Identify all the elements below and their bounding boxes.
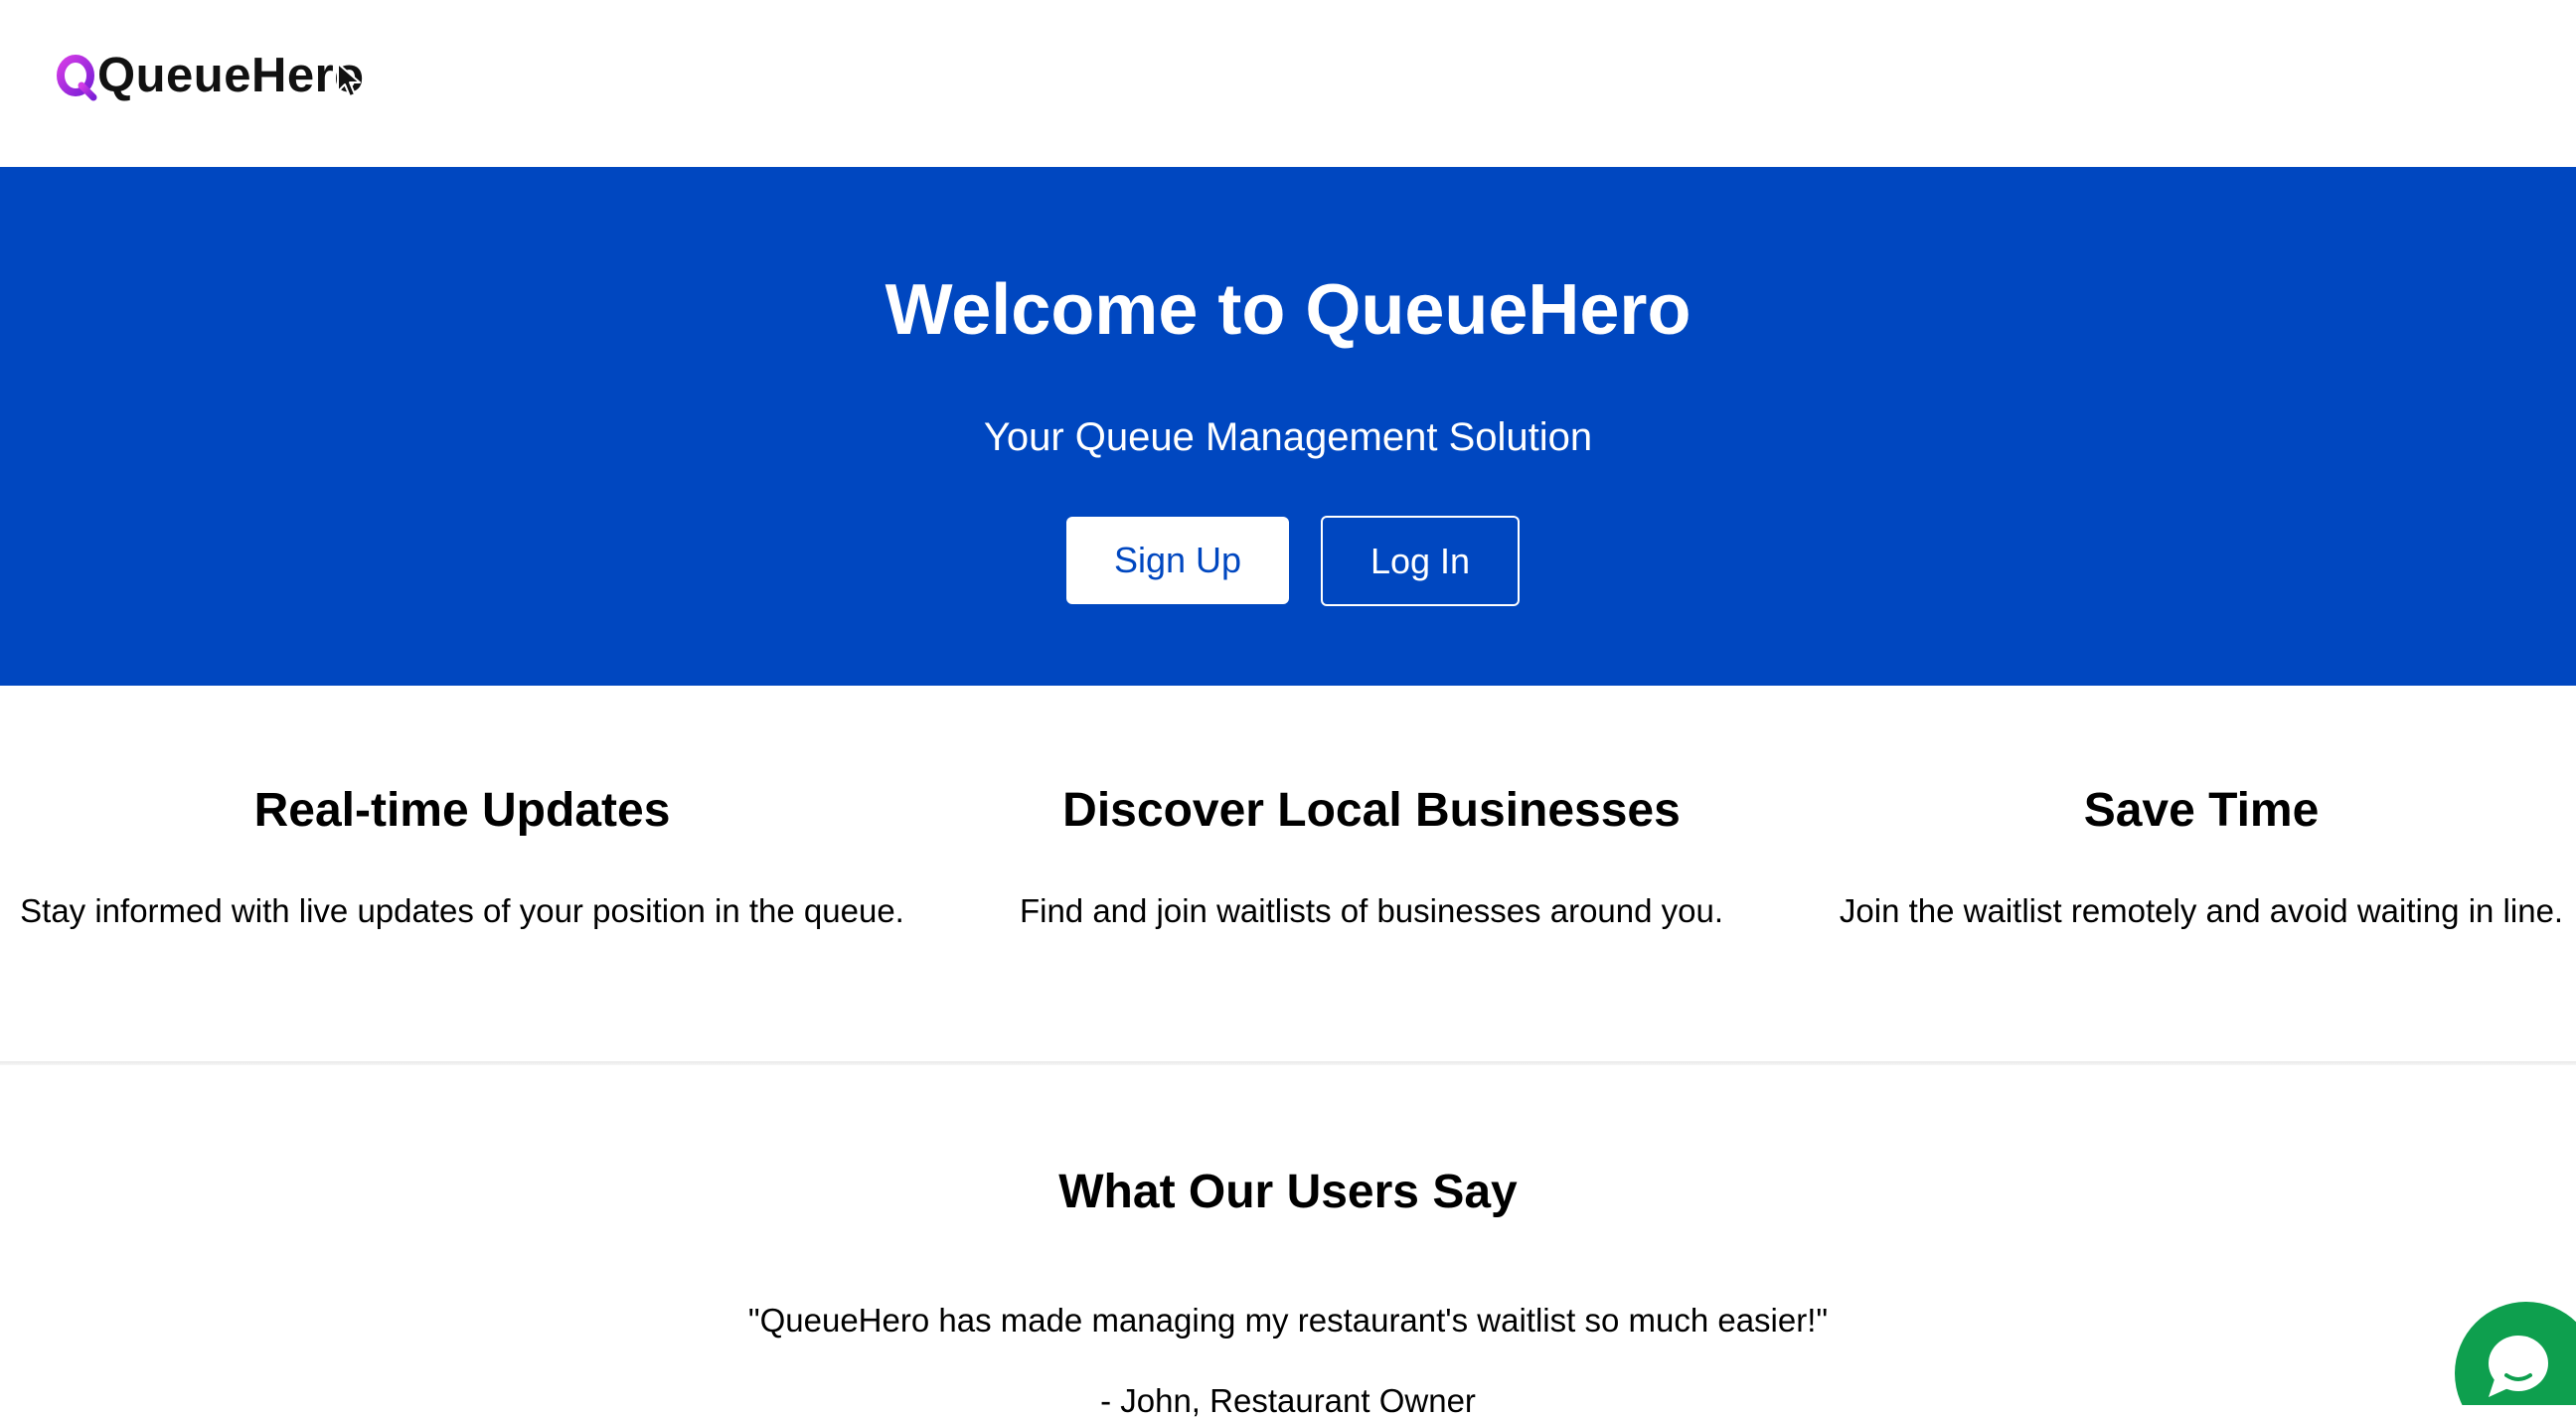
feature-title: Save Time [2083, 784, 2320, 837]
hero-subtitle: Your Queue Management Solution [983, 415, 1593, 459]
testimonials-section: What Our Users Say "QueueHero has made m… [0, 1065, 2576, 1418]
feature-title: Real-time Updates [253, 784, 671, 837]
features-section: Real-time Updates Stay informed with liv… [0, 686, 2576, 1063]
signup-button[interactable]: Sign Up [1066, 517, 1289, 604]
queuehero-logo-icon [56, 54, 99, 101]
mouse-pointer-icon [337, 63, 361, 97]
chat-bubble-icon [2489, 1336, 2548, 1397]
testimonial-author: - John, Restaurant Owner [1100, 1382, 1476, 1419]
testimonials-title: What Our Users Say [1058, 1166, 1518, 1218]
logo[interactable]: QueueHero [56, 44, 365, 107]
feature-description: Stay informed with live updates of your … [20, 892, 904, 929]
feature-description: Join the waitlist remotely and avoid wai… [1839, 892, 2564, 929]
feature-description: Find and join waitlists of businesses ar… [1019, 892, 1724, 929]
testimonial-quote: "QueueHero has made managing my restaura… [747, 1302, 1829, 1339]
feature-title: Discover Local Businesses [1062, 784, 1681, 837]
logo-text: QueueHero [97, 48, 365, 102]
hero-section: Welcome to QueueHero Your Queue Manageme… [0, 167, 2576, 686]
chat-widget-button[interactable] [2455, 1302, 2576, 1405]
login-button[interactable]: Log In [1321, 516, 1520, 606]
hero-title: Welcome to QueueHero [885, 270, 1691, 350]
site-header: QueueHero [0, 0, 2576, 167]
